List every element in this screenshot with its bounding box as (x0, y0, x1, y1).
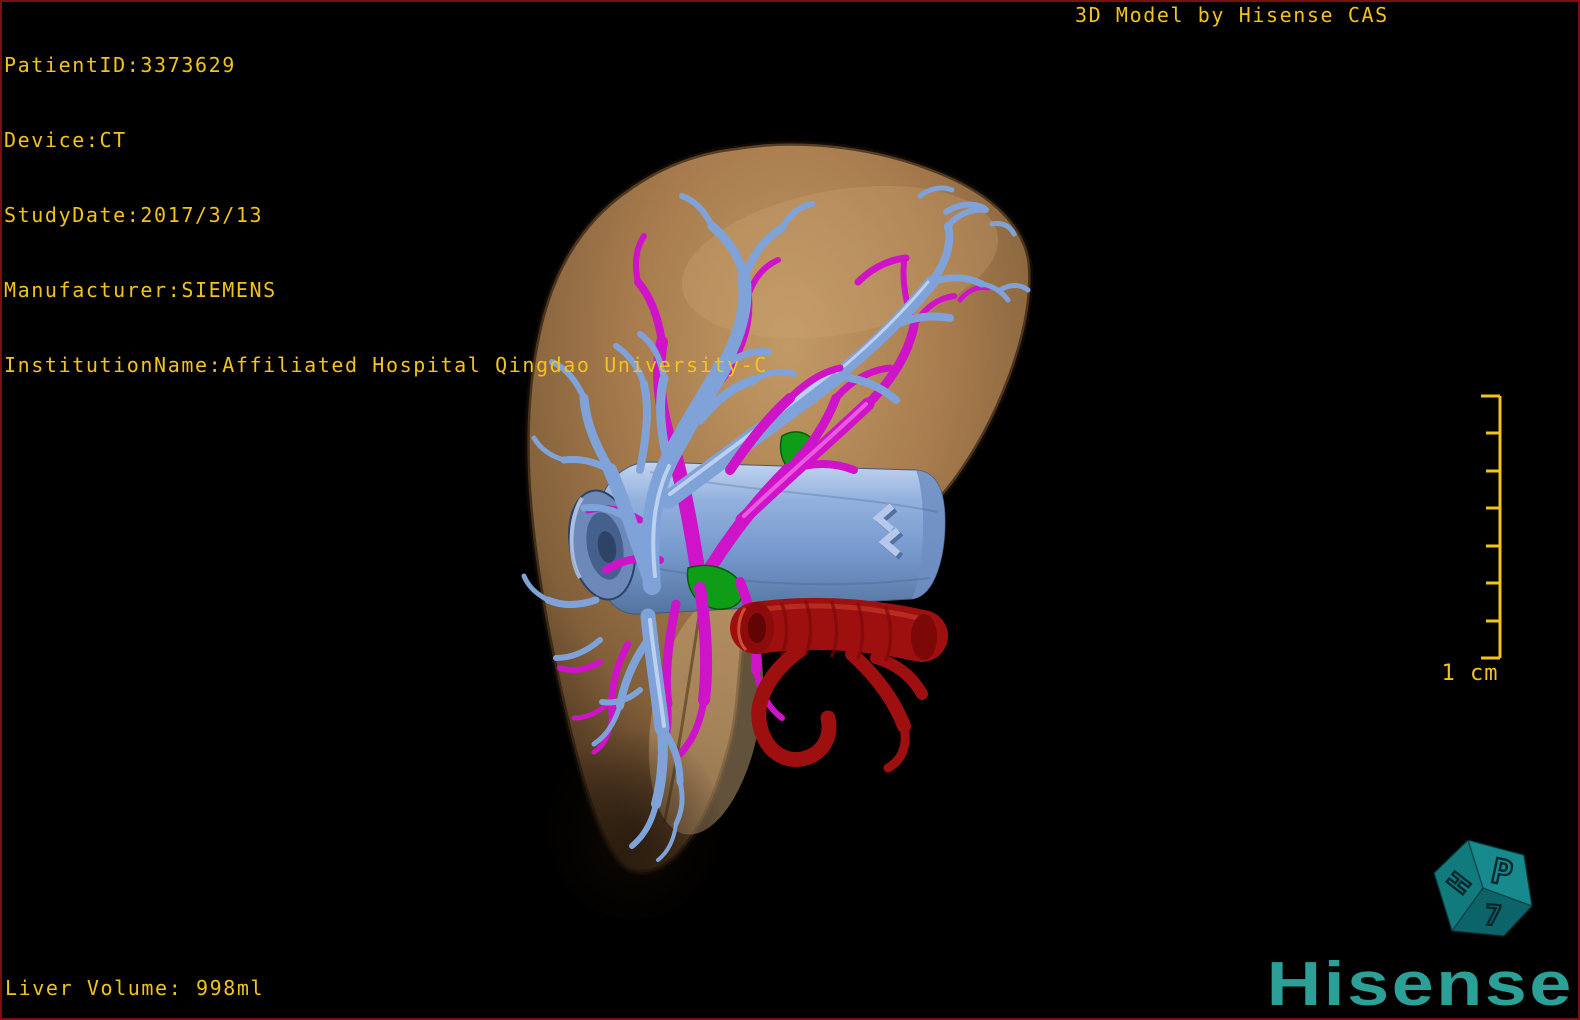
watermark-title: 3D Model by Hisense CAS (1075, 3, 1389, 28)
liver-volume-text: Liver Volume: 998ml (5, 976, 264, 1001)
viewport: 1 cm P H 7 PatientID:3373629 Device:CT S… (0, 0, 1580, 1020)
hisense-logo: Hisense (1267, 949, 1574, 1020)
device-text: Device:CT (4, 128, 768, 153)
patient-info-block: PatientID:3373629 Device:CT StudyDate:20… (4, 3, 768, 428)
hepatic-artery (739, 602, 937, 768)
manufacturer-text: Manufacturer:SIEMENS (4, 278, 768, 303)
institution-text: InstitutionName:Affiliated Hospital Qing… (4, 353, 768, 378)
scale-bar: 1 cm (1442, 396, 1500, 686)
scale-label: 1 cm (1442, 661, 1499, 686)
orientation-cube[interactable]: P H 7 (1434, 840, 1532, 936)
cube-face-letter-7: 7 (1483, 898, 1503, 933)
patient-id-text: PatientID:3373629 (4, 53, 768, 78)
study-date-text: StudyDate:2017/3/13 (4, 203, 768, 228)
